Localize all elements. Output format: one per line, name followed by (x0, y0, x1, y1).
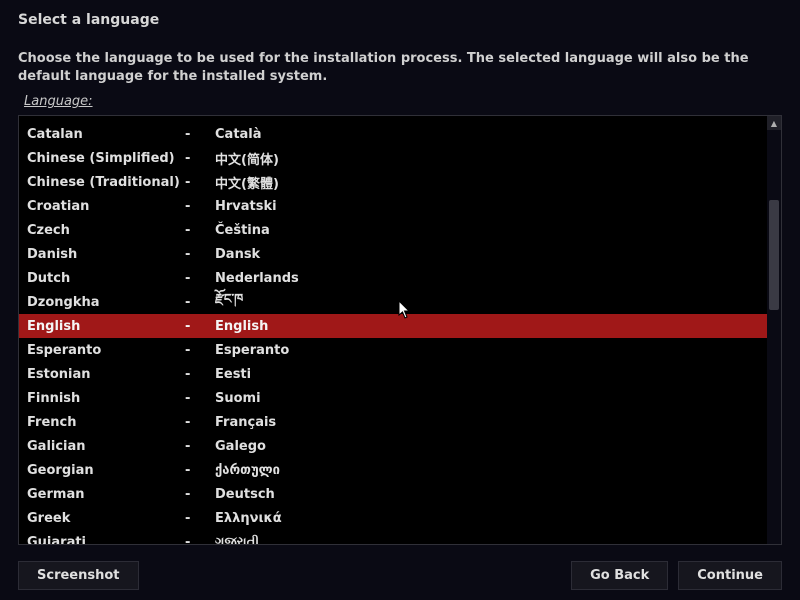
language-native: English (215, 319, 761, 334)
language-name: Georgian (25, 463, 185, 478)
language-row[interactable]: Catalan-Català (19, 122, 767, 146)
language-native: 中文(简体) (215, 149, 761, 168)
language-native: Hrvatski (215, 199, 761, 214)
language-native: Esperanto (215, 343, 761, 358)
separator: - (185, 511, 215, 526)
language-name: Galician (25, 439, 185, 454)
separator: - (185, 439, 215, 454)
language-native: Galego (215, 439, 761, 454)
language-name: Gujarati (25, 535, 185, 545)
language-row[interactable]: German-Deutsch (19, 482, 767, 506)
language-name: Finnish (25, 391, 185, 406)
language-row[interactable]: Chinese (Simplified)-中文(简体) (19, 146, 767, 170)
separator: - (185, 127, 215, 142)
language-name: Catalan (25, 127, 185, 142)
language-native: Català (215, 127, 761, 142)
field-label: Language: (0, 92, 800, 111)
scroll-up-button[interactable]: ▲ (767, 116, 781, 130)
separator: - (185, 151, 215, 166)
language-name: Croatian (25, 199, 185, 214)
separator: - (185, 175, 215, 190)
language-name: Estonian (25, 367, 185, 382)
separator: - (185, 223, 215, 238)
separator: - (185, 487, 215, 502)
language-native: ગુજરાતી (215, 535, 761, 545)
language-name: Chinese (Traditional) (25, 175, 185, 190)
language-row[interactable]: Galician-Galego (19, 434, 767, 458)
language-row[interactable]: Gujarati-ગુજરાતી (19, 530, 767, 544)
language-name: Czech (25, 223, 185, 238)
screenshot-button[interactable]: Screenshot (18, 561, 139, 590)
language-native: Deutsch (215, 487, 761, 502)
language-name: German (25, 487, 185, 502)
continue-button[interactable]: Continue (678, 561, 782, 590)
language-name: English (25, 319, 185, 334)
scroll-track[interactable] (767, 130, 781, 530)
language-row[interactable]: Croatian-Hrvatski (19, 194, 767, 218)
language-row[interactable]: Finnish-Suomi (19, 386, 767, 410)
language-list-container: Catalan-CatalàChinese (Simplified)-中文(简体… (18, 115, 782, 545)
language-row[interactable]: English-English (19, 314, 767, 338)
language-row[interactable]: Czech-Čeština (19, 218, 767, 242)
language-row[interactable]: Georgian-ქართული (19, 458, 767, 482)
separator: - (185, 343, 215, 358)
scroll-thumb[interactable] (769, 200, 779, 310)
language-native: Eesti (215, 367, 761, 382)
language-list[interactable]: Catalan-CatalàChinese (Simplified)-中文(简体… (19, 116, 767, 544)
footer: Screenshot Go Back Continue (0, 550, 800, 600)
separator: - (185, 367, 215, 382)
go-back-button[interactable]: Go Back (571, 561, 668, 590)
language-native: Ελληνικά (215, 511, 761, 526)
language-native: 中文(繁體) (215, 173, 761, 192)
language-native: Dansk (215, 247, 761, 262)
separator: - (185, 295, 215, 310)
language-name: Greek (25, 511, 185, 526)
separator: - (185, 535, 215, 545)
language-row[interactable]: Estonian-Eesti (19, 362, 767, 386)
separator: - (185, 271, 215, 286)
language-name: French (25, 415, 185, 430)
separator: - (185, 247, 215, 262)
language-name: Dutch (25, 271, 185, 286)
language-native: Čeština (215, 223, 761, 238)
language-native: ქართული (215, 463, 761, 478)
language-row[interactable]: Dzongkha-རྫོང་ཁ (19, 290, 767, 314)
page-title: Select a language (18, 12, 782, 28)
separator: - (185, 463, 215, 478)
separator: - (185, 391, 215, 406)
header: Select a language (0, 0, 800, 34)
language-row[interactable]: French-Français (19, 410, 767, 434)
language-name: Esperanto (25, 343, 185, 358)
language-row[interactable]: Chinese (Traditional)-中文(繁體) (19, 170, 767, 194)
language-row[interactable]: Greek-Ελληνικά (19, 506, 767, 530)
language-row[interactable]: Danish-Dansk (19, 242, 767, 266)
description: Choose the language to be used for the i… (0, 34, 800, 92)
scrollbar[interactable]: ▲ ▼ (767, 116, 781, 544)
language-row[interactable]: Esperanto-Esperanto (19, 338, 767, 362)
separator: - (185, 199, 215, 214)
language-name: Chinese (Simplified) (25, 151, 185, 166)
language-native: Français (215, 415, 761, 430)
separator: - (185, 319, 215, 334)
language-name: Dzongkha (25, 295, 185, 310)
language-name: Danish (25, 247, 185, 262)
language-native: རྫོང་ཁ (215, 284, 761, 321)
language-native: Suomi (215, 391, 761, 406)
separator: - (185, 415, 215, 430)
